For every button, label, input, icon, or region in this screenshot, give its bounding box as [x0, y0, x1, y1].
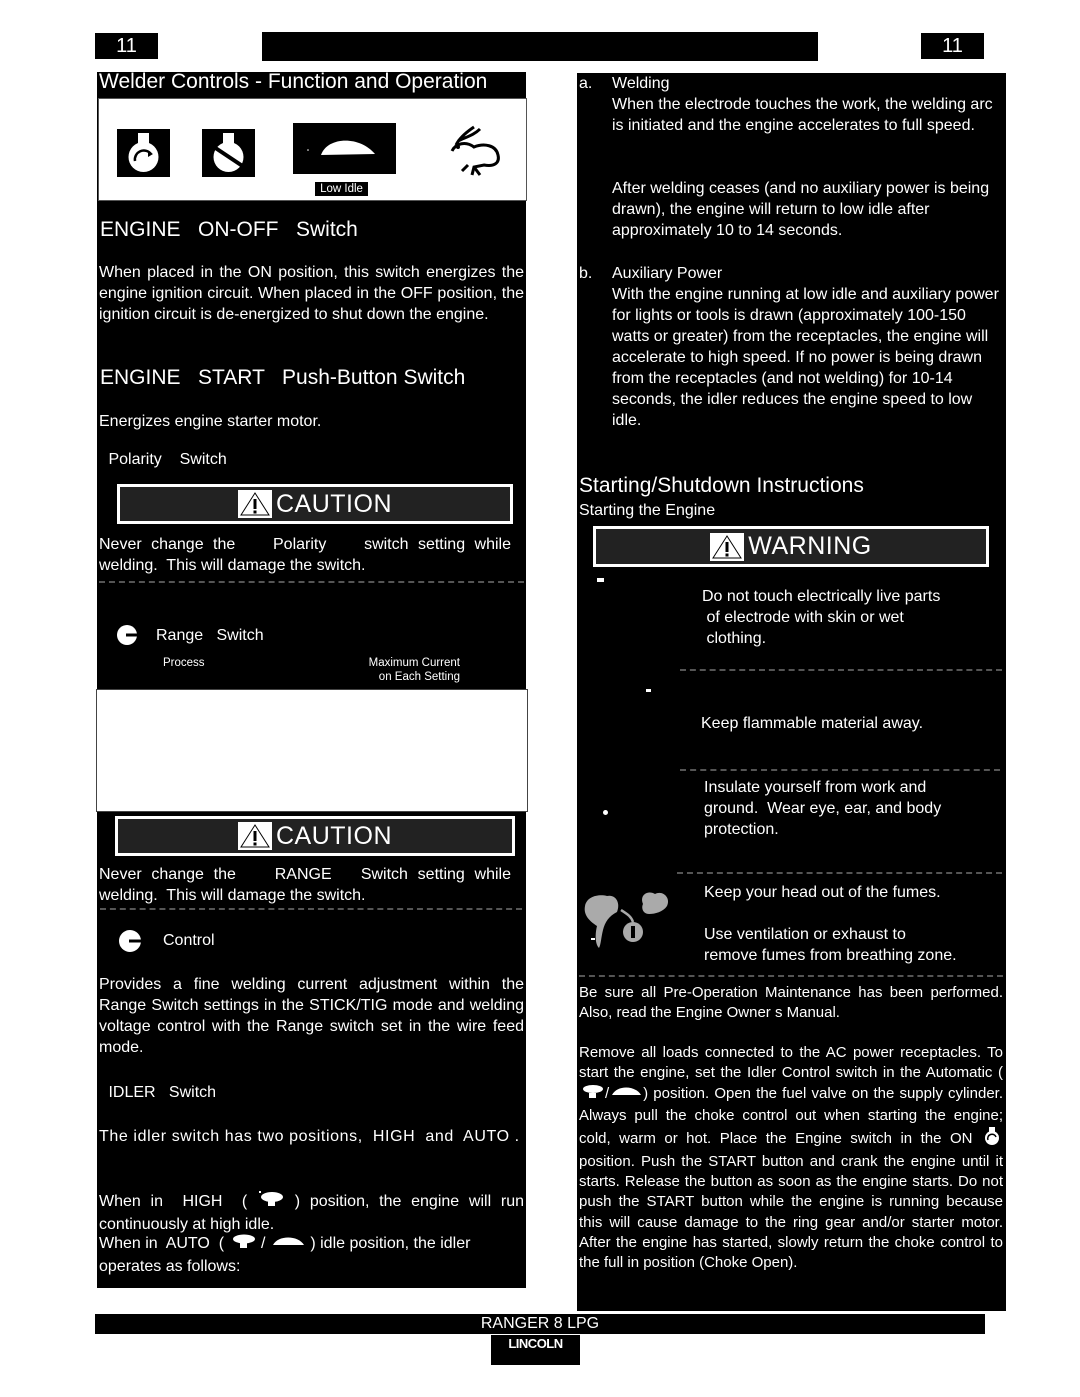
engine-on-icon	[981, 1126, 1003, 1152]
welding-p2: After welding ceases (and no auxiliary p…	[612, 180, 990, 239]
divider	[99, 581, 524, 583]
warning-triangle-icon	[710, 532, 745, 561]
warning-label: WARNING	[748, 532, 872, 560]
footer-model-bar: RANGER 8 LPG	[95, 1314, 985, 1334]
divider	[680, 669, 1002, 671]
starting-title: Starting/Shutdown Instructions	[579, 474, 864, 497]
fire-icon	[646, 689, 651, 692]
high-idle-icon	[257, 1190, 285, 1214]
welding-p1: When the electrode touches the work, the…	[612, 96, 993, 134]
idler-auto-text: When in AUTO ( / ) idle position, the id…	[99, 1232, 524, 1277]
engine-on-off-body: When placed in the ON position, this swi…	[99, 264, 524, 323]
arc-rays-icon	[603, 810, 608, 815]
caution-banner-polarity: CAUTION	[115, 482, 515, 526]
divider	[680, 769, 1000, 771]
range-table	[96, 689, 528, 812]
page-number-left: 11	[95, 33, 158, 59]
left-column	[97, 72, 526, 1288]
idler-title: IDLER Switch	[104, 1084, 217, 1101]
starting-procedure: Remove all loads connected to the AC pow…	[579, 1043, 1003, 1273]
welding-marker: a.	[579, 75, 593, 92]
idler-auto-sep: /	[260, 1235, 266, 1253]
low-idle-icon	[270, 1233, 306, 1255]
range-switch-title: Range Switch	[156, 627, 264, 644]
low-idle-icon	[609, 1084, 643, 1104]
preop-text: Be sure all Pre-Operation Maintenance ha…	[579, 984, 1003, 1021]
footer-brand: LINCOLN	[508, 1336, 563, 1351]
aux-marker: b.	[579, 265, 593, 282]
fumes-icon	[581, 886, 671, 950]
high-idle-rabbit-icon	[444, 119, 506, 181]
idler-high-text: When in HIGH ( ) position, the engine wi…	[99, 1190, 524, 1235]
range-col-process: Process	[163, 657, 205, 669]
page-number-right: 11	[921, 33, 984, 59]
low-idle-caption: Low Idle	[315, 182, 368, 196]
aux-body: With the engine running at low idle and …	[612, 286, 999, 429]
welding-title: Welding	[612, 75, 670, 92]
range-col-max-current: Maximum Current on Each Setting	[368, 657, 460, 683]
aux-title: Auxiliary Power	[612, 265, 723, 282]
divider	[579, 975, 1003, 977]
idler-high-pre: When in HIGH (	[99, 1193, 248, 1211]
starting-procedure-a: Remove all loads connected to the AC pow…	[579, 1044, 1003, 1082]
range-knob-icon	[116, 624, 138, 646]
engine-start-body: Energizes engine starter motor.	[99, 413, 322, 430]
warning-item-ventilation: Use ventilation or exhaust to remove fum…	[704, 926, 957, 964]
warning-item-fire: Keep flammable material away.	[701, 715, 924, 732]
high-idle-icon	[229, 1232, 257, 1256]
caution-label: CAUTION	[276, 489, 392, 518]
divider	[677, 872, 1002, 874]
caution-range-body: Never change the RANGE Switch setting wh…	[99, 866, 511, 904]
icon-panel: Low Idle	[98, 98, 527, 201]
starting-procedure-b: ) position. Open the fuel valve on the s…	[579, 1085, 1003, 1147]
footer-brand-logo: LINCOLN	[491, 1335, 580, 1365]
warning-triangle-icon	[238, 822, 272, 850]
low-idle-turtle-icon	[293, 123, 396, 174]
starting-procedure-c: position. Push the START button and cran…	[579, 1153, 1003, 1272]
divider	[100, 908, 522, 910]
header-bar	[262, 32, 818, 61]
control-knob-icon	[118, 929, 142, 953]
electric-shock-icon	[597, 578, 604, 582]
warning-banner: WARNING	[591, 524, 991, 569]
warning-item-shock: Do not touch electrically live parts of …	[702, 588, 941, 647]
section-title: Welder Controls - Function and Operation	[99, 70, 488, 93]
idler-auto-pre: When in AUTO (	[99, 1235, 225, 1253]
caution-polarity-body: Never change the Polarity switch setting…	[99, 536, 511, 574]
engine-off-icon	[202, 129, 255, 177]
caution-label: CAUTION	[276, 821, 392, 850]
warning-triangle-icon	[238, 490, 272, 518]
high-idle-icon	[579, 1083, 605, 1105]
warning-item-insulate: Insulate yourself from work and ground. …	[704, 779, 942, 838]
idler-body: The idler switch has two positions, HIGH…	[99, 1128, 520, 1145]
control-body: Provides a fine welding current adjustme…	[99, 976, 524, 1056]
engine-on-off-title: ENGINE ON-OFF Switch	[100, 218, 358, 241]
starting-subtitle: Starting the Engine	[579, 502, 716, 519]
engine-on-icon	[117, 129, 170, 177]
polarity-title: Polarity Switch	[104, 451, 227, 468]
engine-start-title: ENGINE START Push-Button Switch	[100, 366, 466, 389]
control-title: Control	[163, 932, 215, 949]
caution-banner-range: CAUTION	[113, 814, 517, 858]
warning-item-fumes-head: Keep your head out of the fumes.	[704, 884, 941, 901]
footer-bar-top	[577, 1295, 1006, 1311]
footer-model: RANGER 8 LPG	[480, 1315, 600, 1332]
